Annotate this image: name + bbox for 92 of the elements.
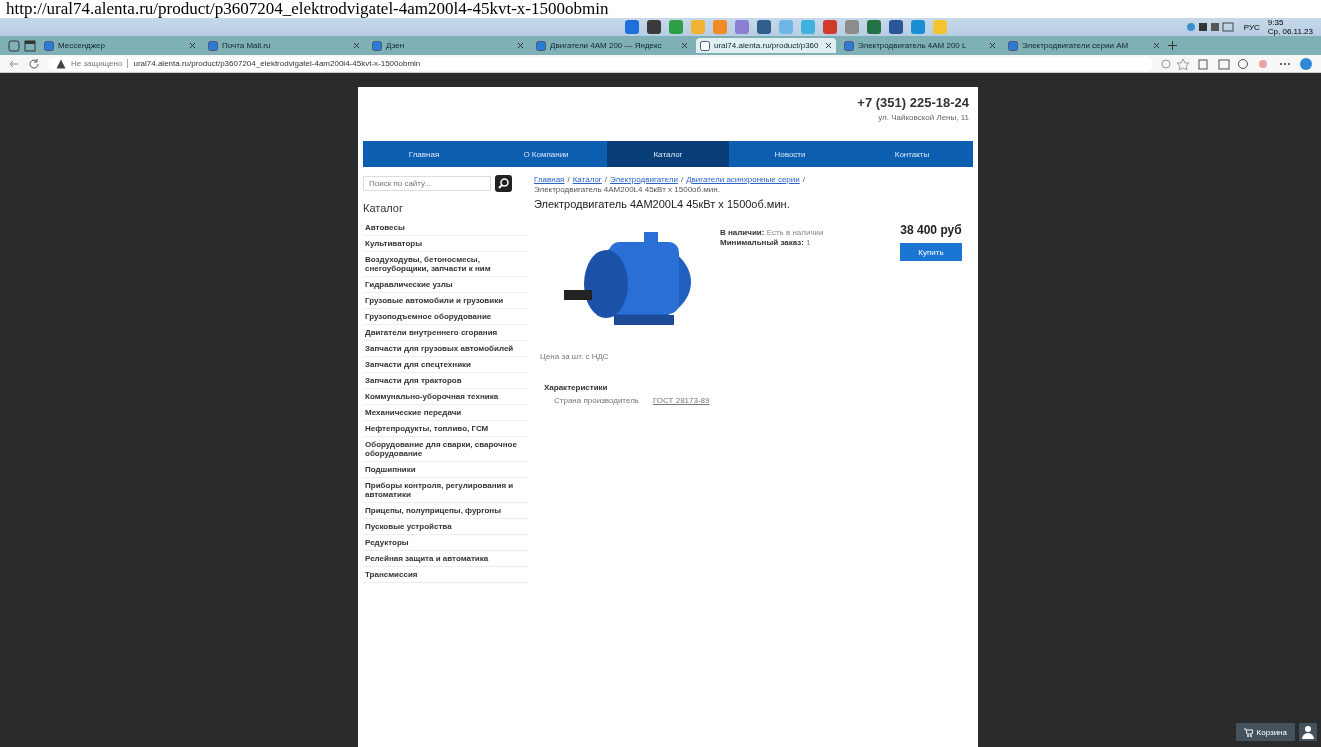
catalog-item[interactable]: Грузоподъемное оборудование — [363, 309, 528, 325]
availability-value: Есть в наличии — [766, 228, 824, 237]
phone-number: +7 (351) 225-18-24 — [857, 95, 969, 110]
min-order-value: 1 — [806, 238, 811, 247]
search-field[interactable]: Поиск по сайту... — [363, 176, 491, 191]
favicon-icon — [700, 40, 710, 51]
nav-link[interactable]: Новости — [729, 141, 851, 167]
favicon-icon — [844, 40, 854, 51]
browser-tab[interactable]: Двигатели 4АМ 200 — Яндекс — [532, 38, 692, 53]
address-field[interactable]: Не защищено ural74.alenta.ru/product/p3607204_elektrodvigatel-4am200l4-45kvt-x-1500obmin — [48, 56, 1153, 71]
language-indicator[interactable]: РУС — [1243, 22, 1260, 32]
favicon-icon — [536, 40, 546, 51]
catalog-item[interactable]: Грузовые автомобили и грузовики — [363, 293, 528, 309]
specs-title: Характеристики — [544, 383, 609, 392]
reload-icon[interactable] — [28, 57, 40, 70]
browser-tab[interactable]: Электродвигатели серии АМ — [1004, 38, 1164, 53]
breadcrumb-separator: / — [802, 175, 805, 185]
nav-link[interactable]: Контакты — [851, 141, 973, 167]
breadcrumb-current: Электродвигатель 4АМ200L4 45кВт х 1500об.мин. — [534, 185, 720, 195]
favicon-icon — [372, 40, 382, 51]
close-icon[interactable] — [1153, 42, 1160, 49]
availability-label: В наличии: — [720, 228, 765, 237]
catalog-item[interactable]: Автовесы — [363, 220, 528, 236]
catalog-item[interactable]: Запчасти для тракторов — [363, 373, 528, 389]
user-icon[interactable] — [1299, 723, 1317, 741]
browser-tab[interactable]: Электродвигатель 4АМ 200 L — [840, 38, 1000, 53]
catalog-item[interactable]: Пусковые устройства — [363, 519, 528, 535]
close-icon[interactable] — [517, 42, 524, 49]
clock-time: 9:35 — [1267, 18, 1285, 27]
clock-date: Ср, 06.11.23 — [1267, 27, 1313, 36]
app-icon[interactable] — [645, 19, 662, 35]
price-note: Цена за шт. с НДС — [540, 352, 610, 361]
catalog-item[interactable]: Культиваторы — [363, 236, 528, 252]
catalog-item[interactable]: Запчасти для грузовых автомобилей — [363, 341, 528, 357]
spec-value[interactable]: ГОСТ 28173-89 — [652, 396, 710, 405]
close-icon[interactable] — [989, 42, 996, 49]
browser-tab[interactable]: Дзен — [368, 38, 528, 53]
tab-actions-icon[interactable] — [24, 39, 36, 52]
favicon-icon — [1008, 40, 1018, 51]
catalog-item[interactable]: Приборы контроля, регулирования и автоматики — [363, 478, 528, 503]
min-order-label: Минимальный заказ: — [720, 238, 804, 247]
breadcrumb-link[interactable]: Главная — [534, 175, 565, 185]
browser-tab[interactable]: ural74.alenta.ru/product/p360 — [696, 38, 836, 53]
price: 38 400 руб — [900, 223, 962, 237]
breadcrumb-link[interactable]: Двигатели асинхронные серии — [686, 175, 800, 185]
breadcrumb-link[interactable]: Каталог — [572, 175, 602, 185]
catalog-item[interactable]: Двигатели внутреннего сгорания — [363, 325, 528, 341]
catalog-item[interactable]: Редукторы — [363, 535, 528, 551]
browser-tab[interactable]: Почта Mail.ru — [204, 38, 364, 53]
app-icon[interactable] — [887, 19, 904, 35]
spec-name: Страна производитель — [554, 396, 639, 405]
catalog-item[interactable]: Коммунально-уборочная техника — [363, 389, 528, 405]
breadcrumb-separator: / — [604, 175, 607, 185]
close-icon[interactable] — [825, 42, 832, 49]
catalog-item[interactable]: Запчасти для спецтехники — [363, 357, 528, 373]
street-address: ул. Чайковской Лены, 11 — [878, 113, 969, 122]
nav-link[interactable]: О Компании — [485, 141, 607, 167]
search-icon[interactable] — [495, 175, 512, 192]
catalog-item[interactable]: Воздуходувы, бетоносмесы, снегоуборщики, запчасти к ним — [363, 252, 528, 277]
nav-link[interactable]: Главная — [363, 141, 485, 167]
close-icon[interactable] — [189, 42, 196, 49]
buy-button[interactable]: Купить — [900, 243, 962, 261]
app-icon[interactable] — [623, 19, 640, 35]
breadcrumb-link[interactable]: Электродвигатели — [610, 175, 678, 185]
breadcrumb-separator: / — [680, 175, 684, 185]
catalog-item[interactable]: Подшипники — [363, 462, 528, 478]
favicon-icon — [44, 40, 54, 51]
close-icon[interactable] — [681, 42, 688, 49]
catalog-item[interactable]: Релейная защита и автоматика — [363, 551, 528, 567]
cart-icon — [1243, 727, 1253, 737]
caption-text: http://ural74.alenta.ru/product/p3607204_elektrodvigatel-4am200l4-45kvt-x-1500obmin — [0, 0, 1321, 18]
warning-icon — [56, 58, 66, 69]
catalog-item[interactable]: Механические передачи — [363, 405, 528, 421]
product-title: Электродвигатель 4АМ200L4 45кВт х 1500об.мин. — [534, 198, 791, 210]
catalog-item[interactable]: Трансмиссия — [363, 567, 528, 583]
browser-tab[interactable]: Мессенджер — [40, 38, 200, 53]
app-icon[interactable] — [865, 19, 882, 35]
cart-button[interactable]: Корзина — [1235, 723, 1295, 741]
nav-link[interactable]: Каталог — [607, 141, 729, 167]
favicon-icon — [208, 40, 218, 51]
app-icon[interactable] — [821, 19, 838, 35]
menu-icon[interactable] — [1279, 61, 1291, 66]
catalog-title: Каталог — [363, 202, 404, 214]
new-tab-icon[interactable] — [1168, 41, 1177, 50]
breadcrumb-separator: / — [567, 175, 570, 185]
catalog-item[interactable]: Прицепы, полуприцепы, фургоны — [363, 503, 528, 519]
close-icon[interactable] — [353, 42, 360, 49]
catalog-item[interactable]: Гидравлические узлы — [363, 277, 528, 293]
catalog-item[interactable]: Нефтепродукты, топливо, ГСМ — [363, 421, 528, 437]
catalog-item[interactable]: Оборудование для сварки, сварочное оборудование — [363, 437, 528, 462]
app-icon[interactable] — [755, 19, 772, 35]
workspaces-icon[interactable] — [8, 39, 20, 52]
